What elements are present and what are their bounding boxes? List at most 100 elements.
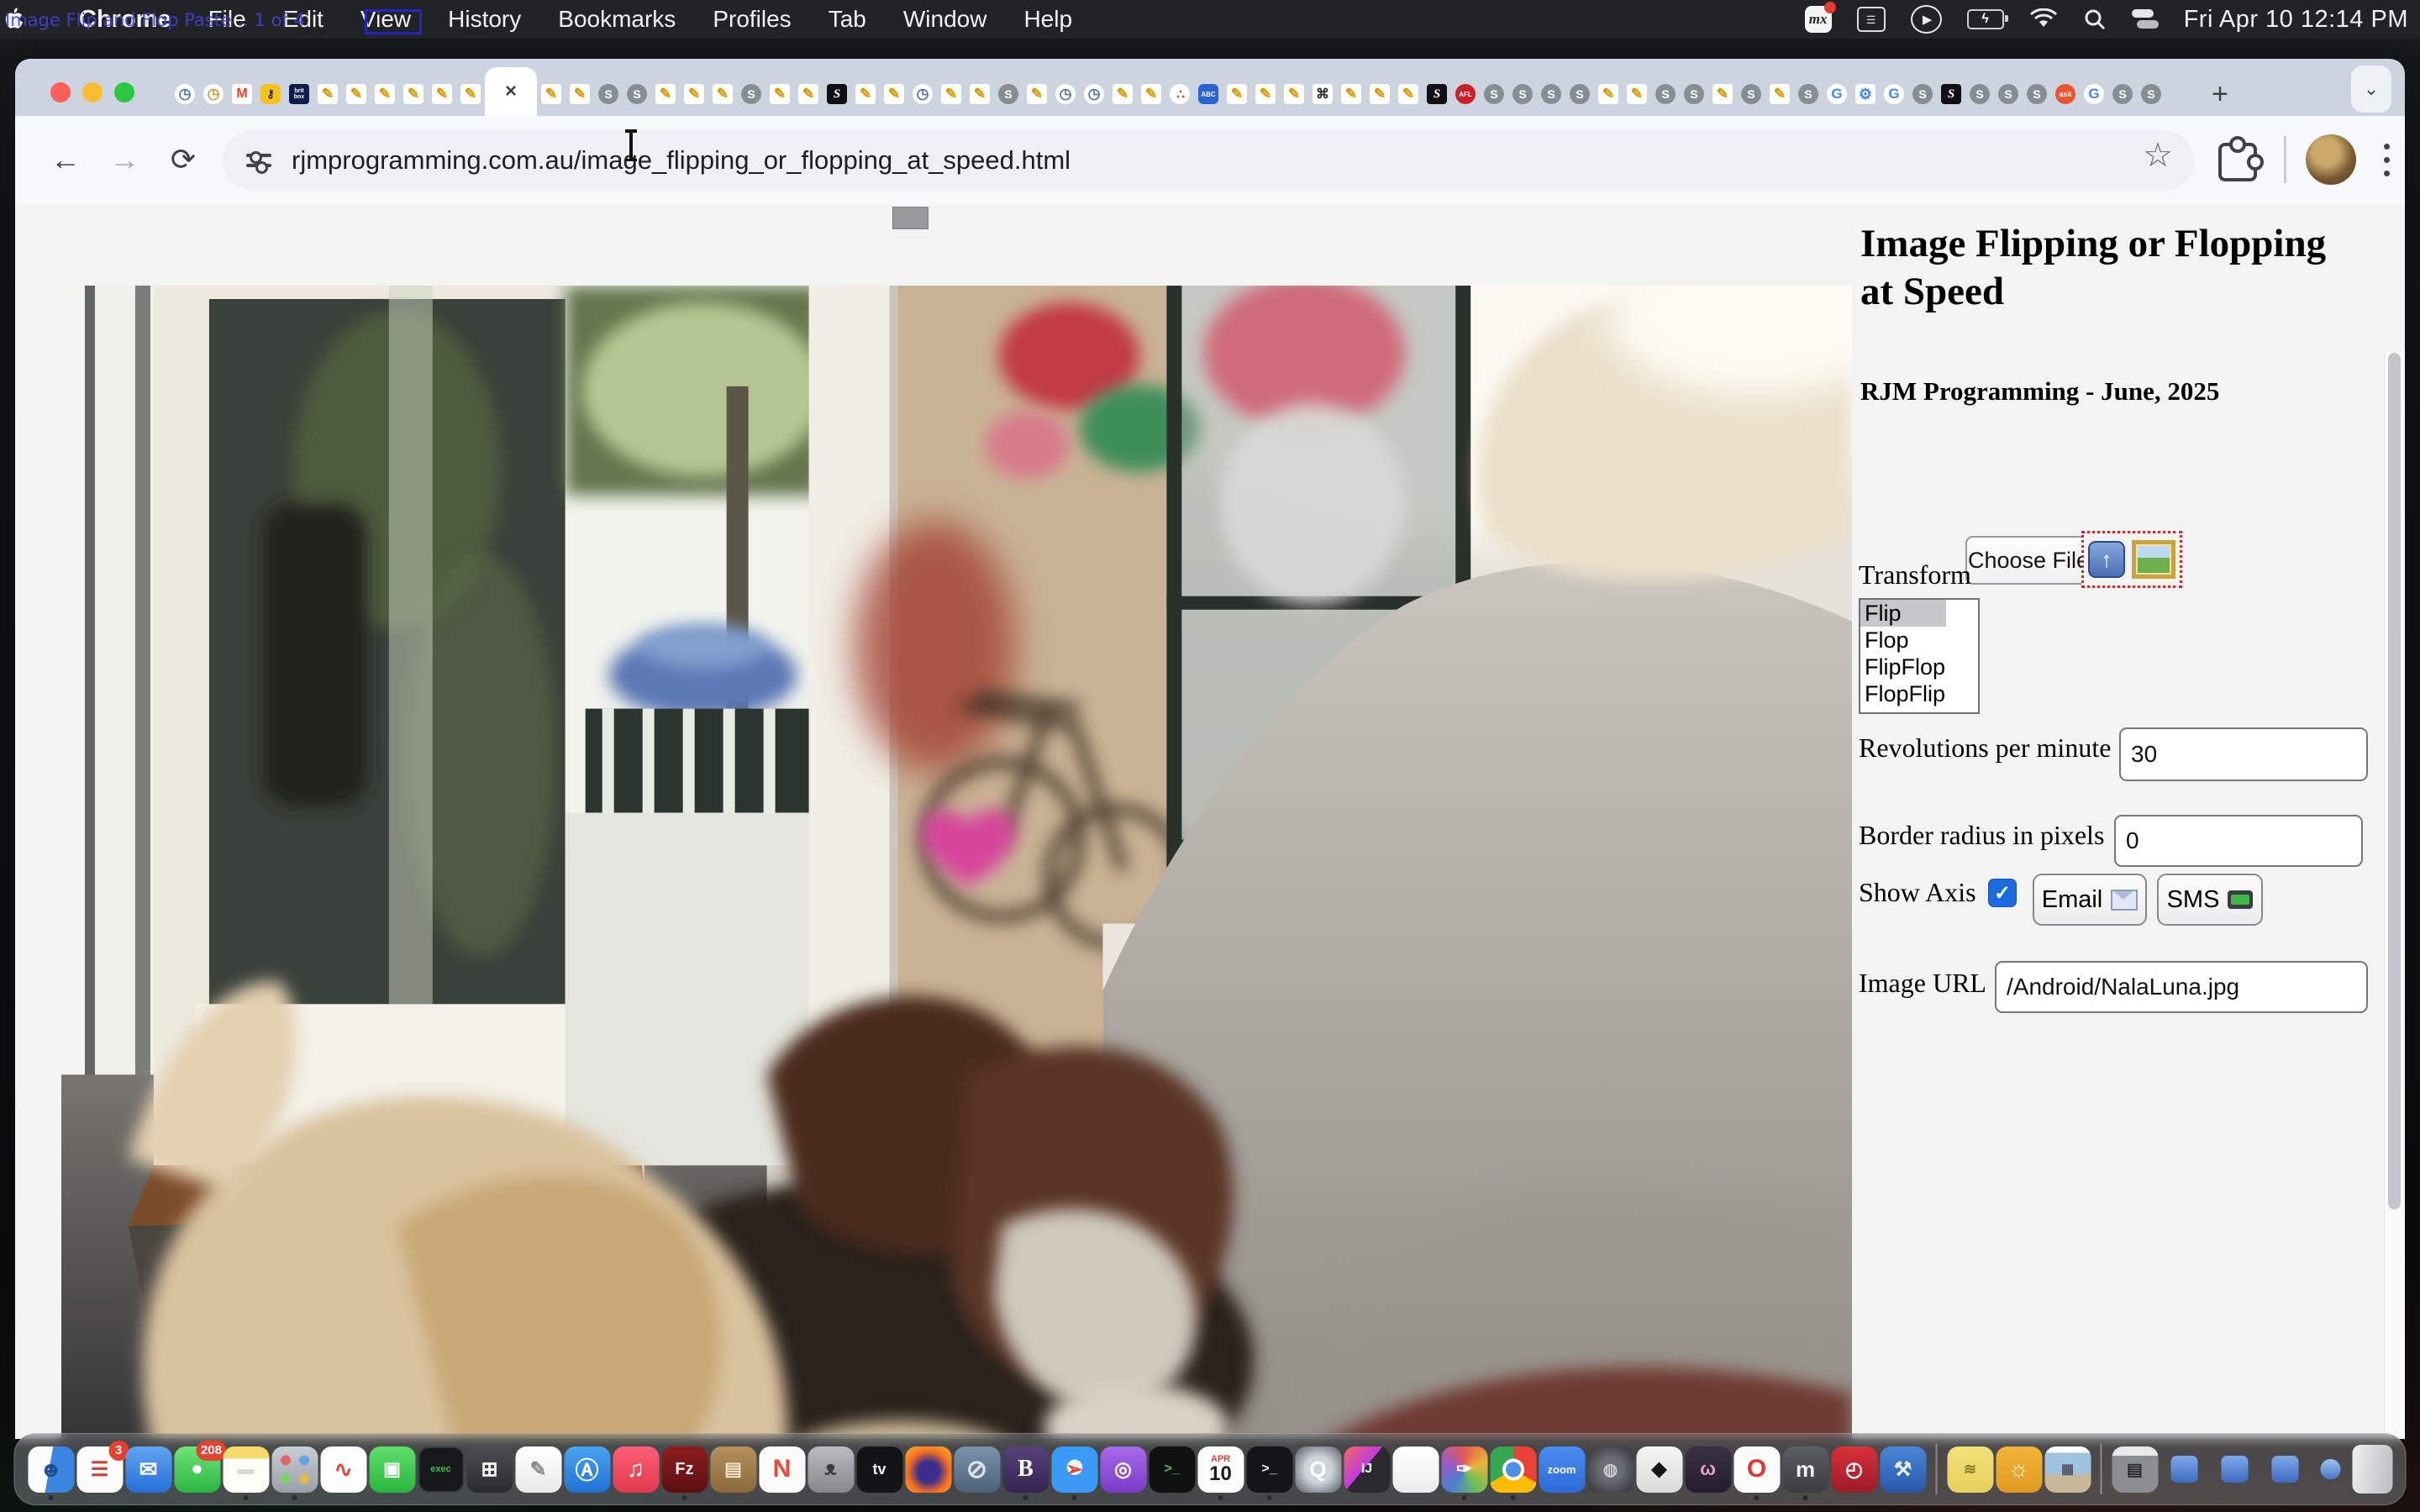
dock-reminders-icon[interactable]: ☰3 bbox=[76, 1446, 123, 1493]
dock-mail-icon[interactable]: ✉ bbox=[125, 1446, 171, 1493]
browser-tab[interactable]: M bbox=[228, 72, 256, 116]
url-text[interactable]: rjmprogramming.com.au/image_flipping_or_… bbox=[292, 145, 1071, 176]
browser-tab[interactable]: S bbox=[1994, 72, 2023, 116]
browser-tab[interactable]: ◷ bbox=[908, 72, 937, 116]
browser-tab[interactable]: ✎ bbox=[399, 72, 428, 116]
browser-tab[interactable]: ✎ bbox=[937, 72, 965, 116]
browser-tab[interactable]: S bbox=[1965, 72, 1994, 116]
browser-tab[interactable]: G bbox=[1823, 72, 1851, 116]
browser-tab[interactable]: ✎ bbox=[651, 72, 680, 116]
browser-tab[interactable]: ✎ bbox=[880, 72, 908, 116]
play-circle-icon[interactable]: ▶ bbox=[1911, 5, 1942, 34]
browser-tab[interactable]: ✎ bbox=[566, 72, 594, 116]
browser-tab[interactable]: ✎ bbox=[1394, 72, 1423, 116]
battery-charging-icon[interactable]: ϟ bbox=[1967, 9, 2004, 29]
browser-tab[interactable]: G bbox=[2080, 72, 2108, 116]
browser-tab[interactable]: AFL bbox=[1451, 72, 1480, 116]
dock-cat-app-icon[interactable]: ω bbox=[1685, 1446, 1731, 1493]
dock-chrome-icon[interactable] bbox=[1490, 1446, 1536, 1493]
browser-tab[interactable]: ✎ bbox=[537, 72, 566, 116]
dock-notes-icon[interactable]: ▬ bbox=[223, 1446, 269, 1493]
browser-tab[interactable]: S bbox=[1680, 72, 1708, 116]
browser-tab[interactable]: ∴ bbox=[1165, 72, 1194, 116]
dock-finder-icon[interactable]: ☻ bbox=[28, 1446, 74, 1493]
dock-quicktime-icon[interactable]: Q bbox=[1295, 1446, 1341, 1493]
browser-tab[interactable]: S bbox=[2108, 72, 2137, 116]
dock-minimized-window[interactable] bbox=[2171, 1456, 2198, 1483]
address-bar[interactable]: rjmprogramming.com.au/image_flipping_or_… bbox=[223, 130, 2194, 191]
browser-tab[interactable]: ✎ bbox=[428, 72, 456, 116]
scrollbar-track[interactable] bbox=[2384, 351, 2405, 1439]
browser-tab[interactable]: S bbox=[1794, 72, 1823, 116]
browser-tab[interactable]: ◷ bbox=[1080, 72, 1108, 116]
dock-gauge-app-icon[interactable]: ◴ bbox=[1831, 1446, 1877, 1493]
browser-tab[interactable]: ✎ bbox=[1108, 72, 1137, 116]
transform-option-flop[interactable]: Flop bbox=[1860, 627, 1978, 654]
browser-tab[interactable]: ⚷ bbox=[256, 72, 285, 116]
site-settings-icon[interactable] bbox=[246, 148, 271, 173]
browser-tab[interactable]: ◷ bbox=[199, 72, 228, 116]
dock-lightbulb-app-icon[interactable]: ☼ bbox=[1996, 1446, 2042, 1493]
dock-stickies-icon[interactable]: ≋ bbox=[1947, 1446, 1993, 1493]
dock-moustache-app-icon[interactable]: m bbox=[1782, 1446, 1828, 1493]
browser-tab[interactable]: ✎ bbox=[1137, 72, 1165, 116]
reload-button[interactable]: ⟳ bbox=[160, 136, 207, 183]
browser-tab[interactable]: S bbox=[1537, 72, 1565, 116]
scrollbar-thumb[interactable] bbox=[2388, 353, 2401, 1210]
dock-paint-app-icon[interactable]: ✑ bbox=[1441, 1446, 1487, 1493]
dock-white-document-icon[interactable] bbox=[1392, 1446, 1439, 1493]
extensions-puzzle-icon[interactable] bbox=[2218, 143, 2257, 181]
dock-archive-app-icon[interactable]: ▤ bbox=[710, 1446, 756, 1493]
dock-green-terminal-icon[interactable]: >_ bbox=[1149, 1446, 1195, 1493]
browser-tab[interactable]: brit box bbox=[285, 72, 313, 116]
dock-calculator-icon[interactable]: ⊞ bbox=[466, 1446, 513, 1493]
back-button[interactable]: ← bbox=[42, 136, 89, 183]
dock-textedit-icon[interactable]: ✎ bbox=[515, 1446, 561, 1493]
forward-button[interactable]: → bbox=[101, 136, 148, 183]
tab-search-chevron[interactable]: ⌄ bbox=[2351, 66, 2391, 113]
browser-tab[interactable]: ✎ bbox=[342, 72, 371, 116]
dock-messages-icon[interactable]: ●208 bbox=[174, 1446, 220, 1493]
browser-tab[interactable]: ✎ bbox=[1337, 72, 1365, 116]
browser-tab[interactable]: ◷ bbox=[1051, 72, 1080, 116]
dock-music-icon[interactable]: ♫ bbox=[613, 1446, 659, 1493]
mx-app-menu-icon[interactable]: mx bbox=[1805, 6, 1832, 33]
dock-b-editor-app-icon[interactable]: B bbox=[1002, 1446, 1049, 1493]
transform-option-flipflop[interactable]: FlipFlop bbox=[1860, 654, 1978, 680]
dock-inkscape-icon[interactable]: ⬥ bbox=[1636, 1446, 1682, 1493]
dock-apple-tv-icon[interactable]: tv bbox=[856, 1446, 902, 1493]
browser-tab[interactable]: S bbox=[1480, 72, 1508, 116]
window-close-button[interactable] bbox=[50, 82, 71, 102]
browser-tab[interactable]: ABC bbox=[1194, 72, 1223, 116]
rpm-input[interactable]: 30 bbox=[2119, 727, 2368, 781]
show-axis-checkbox[interactable]: ✓ bbox=[1988, 879, 2017, 907]
browser-tab[interactable]: ✎ bbox=[1623, 72, 1651, 116]
chrome-menu-icon[interactable] bbox=[2378, 136, 2395, 183]
sms-button[interactable]: SMS bbox=[2157, 874, 2263, 926]
new-tab-button[interactable]: + bbox=[2203, 77, 2237, 111]
control-center-icon[interactable] bbox=[2132, 9, 2159, 29]
dock-launchpad-icon[interactable] bbox=[271, 1446, 318, 1493]
wifi-icon[interactable] bbox=[2029, 8, 2058, 30]
dock-trash-icon[interactable] bbox=[2352, 1445, 2392, 1494]
browser-tab[interactable]: ✎ bbox=[680, 72, 708, 116]
close-tab-icon[interactable]: × bbox=[505, 80, 517, 103]
menu-help[interactable]: Help bbox=[1005, 6, 1091, 33]
browser-tab[interactable]: ✎ bbox=[1765, 72, 1794, 116]
dock-intellij-icon[interactable]: IJ bbox=[1344, 1446, 1390, 1493]
dock-health-app-icon[interactable]: ∿ bbox=[320, 1446, 366, 1493]
browser-tab[interactable]: G bbox=[1880, 72, 1908, 116]
menu-bookmarks[interactable]: Bookmarks bbox=[539, 6, 694, 33]
browser-tab[interactable]: ask bbox=[2051, 72, 2080, 116]
browser-tab[interactable]: ✎ bbox=[313, 72, 342, 116]
transform-listbox[interactable]: FlipFlopFlipFlopFlopFlip bbox=[1859, 598, 1980, 714]
browser-tab[interactable]: S bbox=[1423, 72, 1451, 116]
browser-tab[interactable]: S bbox=[1651, 72, 1680, 116]
dock-safari-icon[interactable]: ➢ bbox=[1051, 1446, 1097, 1493]
browser-tab[interactable]: ✎ bbox=[1223, 72, 1251, 116]
dock-calendar-icon[interactable]: APR10 bbox=[1197, 1446, 1244, 1493]
browser-tab[interactable]: S bbox=[737, 72, 765, 116]
browser-tab[interactable]: ⌘ bbox=[1308, 72, 1337, 116]
dock-facetime-icon[interactable]: ▣ bbox=[369, 1446, 415, 1493]
browser-tab[interactable]: ✎ bbox=[1708, 72, 1737, 116]
